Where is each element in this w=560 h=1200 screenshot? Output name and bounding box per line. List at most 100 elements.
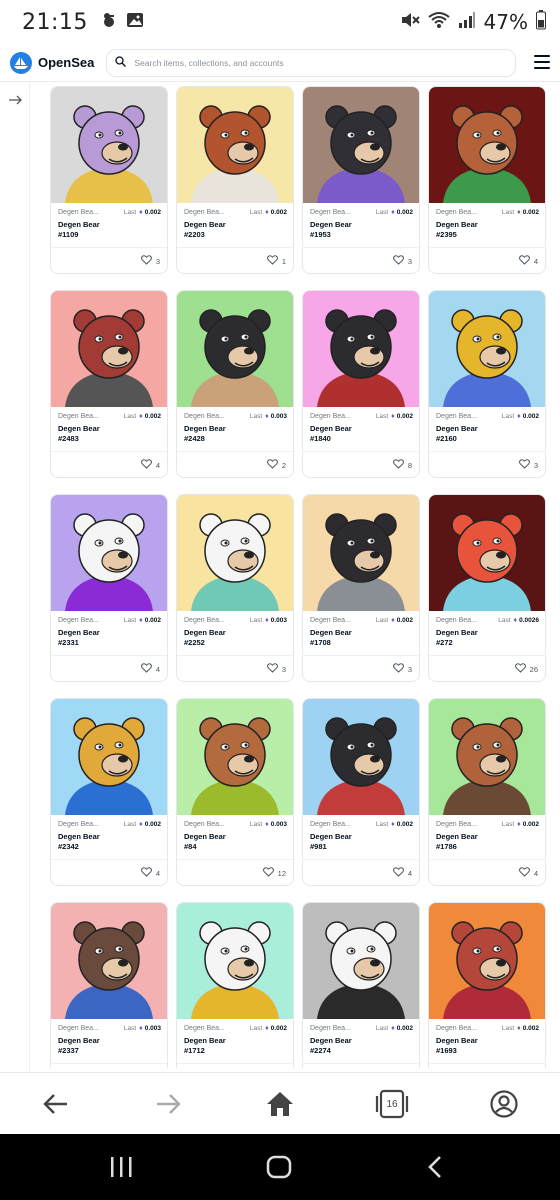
home-button-icon[interactable] bbox=[264, 1154, 294, 1180]
nft-card[interactable]: Degen Bea... Last ♦ 0.002 Degen Bear #1109 3 bbox=[50, 86, 168, 274]
favorite-button[interactable]: 3 bbox=[518, 459, 538, 471]
nft-card[interactable]: Degen Bea... Last ♦ 0.002 Degen Bear #1708 3 bbox=[302, 494, 420, 682]
nft-image[interactable] bbox=[51, 495, 167, 611]
nft-image[interactable] bbox=[429, 699, 545, 815]
back-arrow-icon[interactable] bbox=[40, 1088, 72, 1120]
favorite-count: 4 bbox=[155, 460, 160, 470]
nft-image[interactable] bbox=[177, 87, 293, 203]
collection-name[interactable]: Degen Bea... bbox=[310, 209, 351, 216]
price-value: 0.002 bbox=[144, 617, 161, 624]
nft-card[interactable]: Degen Bea... Last ♦ 0.003 Degen Bear #84 12 bbox=[176, 698, 294, 886]
search-input[interactable]: Search items, collections, and accounts bbox=[106, 48, 517, 77]
collection-name[interactable]: Degen Bea... bbox=[310, 1025, 351, 1032]
collection-name[interactable]: Degen Bea... bbox=[310, 617, 351, 624]
collection-name[interactable]: Degen Bea... bbox=[58, 617, 99, 624]
favorite-button[interactable]: 4 bbox=[140, 867, 160, 879]
forward-arrow-icon[interactable] bbox=[152, 1088, 184, 1120]
nft-image[interactable] bbox=[429, 87, 545, 203]
collection-name[interactable]: Degen Bea... bbox=[436, 821, 477, 828]
collection-name[interactable]: Degen Bea... bbox=[58, 821, 99, 828]
favorite-button[interactable]: 3 bbox=[266, 663, 286, 675]
nft-card[interactable]: Degen Bea... Last ♦ 0.002 Degen Bear #2274 bbox=[302, 902, 420, 1068]
item-name: Degen Bear bbox=[58, 628, 100, 637]
wifi-icon bbox=[427, 11, 450, 34]
last-label: Last bbox=[123, 617, 137, 624]
home-icon[interactable] bbox=[264, 1088, 296, 1120]
eth-icon: ♦ bbox=[391, 209, 395, 216]
nft-image[interactable] bbox=[303, 903, 419, 1019]
nft-card[interactable]: Degen Bea... Last ♦ 0.003 Degen Bear #2337 bbox=[50, 902, 168, 1068]
collection-name[interactable]: Degen Bea... bbox=[184, 821, 225, 828]
nft-image[interactable] bbox=[51, 903, 167, 1019]
collection-name[interactable]: Degen Bea... bbox=[310, 821, 351, 828]
nft-card[interactable]: Degen Bea... Last ♦ 0.002 Degen Bear #2395 4 bbox=[428, 86, 546, 274]
nft-card[interactable]: Degen Bea... Last ♦ 0.003 Degen Bear #2252 3 bbox=[176, 494, 294, 682]
nft-image[interactable] bbox=[303, 699, 419, 815]
favorite-button[interactable]: 4 bbox=[392, 867, 412, 879]
nft-image[interactable] bbox=[303, 495, 419, 611]
favorite-button[interactable]: 2 bbox=[266, 459, 286, 471]
favorite-button[interactable]: 3 bbox=[392, 255, 412, 267]
favorite-button[interactable]: 3 bbox=[140, 255, 160, 267]
expand-filters-arrow-icon[interactable] bbox=[9, 92, 22, 110]
nft-card[interactable]: Degen Bea... Last ♦ 0.002 Degen Bear #1712 bbox=[176, 902, 294, 1068]
collection-name[interactable]: Degen Bea... bbox=[184, 413, 225, 420]
favorite-button[interactable]: 1 bbox=[266, 255, 286, 267]
collection-name[interactable]: Degen Bea... bbox=[184, 1025, 225, 1032]
collection-name[interactable]: Degen Bea... bbox=[310, 413, 351, 420]
last-label: Last bbox=[249, 617, 263, 624]
nft-card[interactable]: Degen Bea... Last ♦ 0.002 Degen Bear #2483 4 bbox=[50, 290, 168, 478]
collection-name[interactable]: Degen Bea... bbox=[58, 209, 99, 216]
system-back-icon[interactable] bbox=[420, 1154, 450, 1180]
nft-card[interactable]: Degen Bea... Last ♦ 0.0026 Degen Bear #272 26 bbox=[428, 494, 546, 682]
nft-card[interactable]: Degen Bea... Last ♦ 0.002 Degen Bear #1786 4 bbox=[428, 698, 546, 886]
favorite-button[interactable]: 4 bbox=[518, 867, 538, 879]
nft-image[interactable] bbox=[51, 699, 167, 815]
favorite-button[interactable]: 8 bbox=[392, 459, 412, 471]
nft-card[interactable]: Degen Bea... Last ♦ 0.002 Degen Bear #2342 4 bbox=[50, 698, 168, 886]
nft-image[interactable] bbox=[303, 291, 419, 407]
nft-image[interactable] bbox=[429, 495, 545, 611]
nft-card[interactable]: Degen Bea... Last ♦ 0.002 Degen Bear #2331 4 bbox=[50, 494, 168, 682]
nft-image[interactable] bbox=[303, 87, 419, 203]
nft-card[interactable]: Degen Bea... Last ♦ 0.002 Degen Bear #2160 3 bbox=[428, 290, 546, 478]
collection-name[interactable]: Degen Bea... bbox=[58, 1025, 99, 1032]
favorite-button[interactable]: 3 bbox=[392, 663, 412, 675]
collection-name[interactable]: Degen Bea... bbox=[436, 1025, 477, 1032]
price-value: 0.002 bbox=[522, 821, 539, 828]
nft-image[interactable] bbox=[177, 699, 293, 815]
nft-image[interactable] bbox=[51, 291, 167, 407]
card-divider bbox=[51, 247, 167, 248]
nft-image[interactable] bbox=[177, 495, 293, 611]
nft-card[interactable]: Degen Bea... Last ♦ 0.002 Degen Bear #1840 8 bbox=[302, 290, 420, 478]
tabs-button[interactable]: 16 bbox=[375, 1088, 409, 1120]
collection-name[interactable]: Degen Bea... bbox=[436, 209, 477, 216]
token-id: #2331 bbox=[58, 638, 79, 647]
favorite-button[interactable]: 12 bbox=[262, 867, 286, 879]
favorite-button[interactable]: 4 bbox=[518, 255, 538, 267]
nft-card[interactable]: Degen Bea... Last ♦ 0.002 Degen Bear #1693 bbox=[428, 902, 546, 1068]
opensea-logo[interactable]: OpenSea bbox=[10, 51, 94, 74]
item-name: Degen Bear bbox=[58, 832, 100, 841]
collection-name[interactable]: Degen Bea... bbox=[436, 617, 477, 624]
favorite-button[interactable]: 26 bbox=[514, 663, 538, 675]
collection-name[interactable]: Degen Bea... bbox=[436, 413, 477, 420]
hamburger-menu-icon[interactable] bbox=[534, 55, 550, 69]
collection-name[interactable]: Degen Bea... bbox=[184, 209, 225, 216]
nft-image[interactable] bbox=[51, 87, 167, 203]
nft-card[interactable]: Degen Bea... Last ♦ 0.002 Degen Bear #2203 1 bbox=[176, 86, 294, 274]
nft-image[interactable] bbox=[429, 903, 545, 1019]
last-label: Last bbox=[123, 821, 137, 828]
nft-image[interactable] bbox=[177, 903, 293, 1019]
collection-name[interactable]: Degen Bea... bbox=[184, 617, 225, 624]
nft-image[interactable] bbox=[429, 291, 545, 407]
favorite-button[interactable]: 4 bbox=[140, 459, 160, 471]
account-icon[interactable] bbox=[488, 1088, 520, 1120]
nft-image[interactable] bbox=[177, 291, 293, 407]
nft-card[interactable]: Degen Bea... Last ♦ 0.003 Degen Bear #2428 2 bbox=[176, 290, 294, 478]
nft-card[interactable]: Degen Bea... Last ♦ 0.002 Degen Bear #1953 3 bbox=[302, 86, 420, 274]
nft-card[interactable]: Degen Bea... Last ♦ 0.002 Degen Bear #981 4 bbox=[302, 698, 420, 886]
recent-apps-icon[interactable] bbox=[106, 1154, 136, 1180]
favorite-button[interactable]: 4 bbox=[140, 663, 160, 675]
collection-name[interactable]: Degen Bea... bbox=[58, 413, 99, 420]
